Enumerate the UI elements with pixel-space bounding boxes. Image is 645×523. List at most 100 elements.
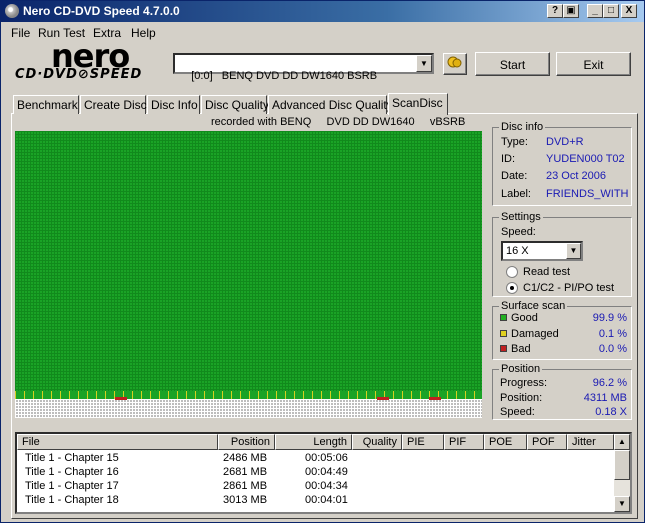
disc-date-value: 23 Oct 2006 — [546, 170, 606, 182]
table-row[interactable]: Title 1 - Chapter 17 2861 MB 00:04:34 — [17, 480, 614, 494]
speed-select[interactable]: 16 X ▼ — [501, 241, 583, 261]
scan-mark — [429, 397, 441, 400]
good-label: Good — [511, 312, 538, 324]
drive-refresh-icon — [447, 56, 462, 68]
read-test-label[interactable]: Read test — [523, 266, 570, 278]
row-length: 00:04:01 — [305, 494, 348, 506]
position-value: 4311 MB — [583, 392, 627, 404]
file-list[interactable]: File Position Length Quality PIE PIF POE… — [15, 432, 632, 514]
row-position: 2861 MB — [223, 480, 268, 492]
minimize-button[interactable]: _ — [587, 4, 603, 18]
help-icon[interactable]: ? — [547, 4, 563, 18]
disc-label-value: FRIENDS_WITH — [546, 188, 629, 200]
col-pif[interactable]: PIF — [444, 434, 484, 450]
row-position: 2486 MB — [223, 452, 268, 464]
disc-date-label: Date: — [501, 170, 528, 182]
col-quality[interactable]: Quality — [352, 434, 402, 450]
scan-damaged-edge — [15, 391, 482, 399]
row-position: 2681 MB — [223, 466, 268, 478]
position-label: Position: — [500, 392, 543, 404]
col-position[interactable]: Position — [218, 434, 275, 450]
read-test-radio[interactable] — [506, 266, 518, 278]
disc-id-label: ID: — [501, 153, 516, 165]
damaged-swatch-icon — [500, 330, 507, 337]
table-row[interactable]: Title 1 - Chapter 18 3013 MB 00:04:01 — [17, 494, 614, 508]
tab-advanced-disc-quality[interactable]: Advanced Disc Quality — [268, 95, 393, 114]
row-file: Title 1 - Chapter 18 — [25, 494, 119, 506]
disc-label-label: Label: — [501, 188, 531, 200]
scan-unscanned-area — [15, 399, 482, 418]
tab-create-disc[interactable]: Create Disc — [80, 95, 147, 114]
position-legend: Position — [501, 363, 541, 375]
settings-legend: Settings — [501, 211, 541, 223]
bad-label: Bad — [511, 343, 531, 355]
speed-readout-label: Speed: — [500, 406, 535, 418]
c1c2-test-radio[interactable] — [506, 282, 518, 294]
good-swatch-icon — [500, 314, 507, 321]
logo-product: CD·DVD⊘SPEED — [15, 67, 143, 82]
bad-swatch-icon — [500, 345, 507, 352]
recorder-info: recorded with BENQ DVD DD DW1640 vBSRB — [211, 116, 466, 128]
tab-disc-quality[interactable]: Disc Quality — [201, 95, 269, 114]
col-poe[interactable]: POE — [484, 434, 527, 450]
save-icon[interactable]: ▣ — [563, 4, 579, 18]
col-length[interactable]: Length — [275, 434, 352, 450]
scan-mark — [115, 397, 127, 400]
scan-mark — [377, 397, 389, 400]
row-length: 00:05:06 — [305, 452, 348, 464]
drive-select-value: [0:0] BENQ DVD DD DW1640 BSRB — [191, 70, 378, 82]
window-title: Nero CD-DVD Speed 4.7.0.0 — [23, 4, 180, 18]
tab-benchmark[interactable]: Benchmark — [13, 95, 79, 114]
surface-scan-legend: Surface scan — [501, 300, 566, 312]
damaged-label: Damaged — [511, 328, 559, 340]
menu-help[interactable]: Help — [131, 26, 156, 40]
row-file: Title 1 - Chapter 16 — [25, 466, 119, 478]
disc-type-label: Type: — [501, 136, 528, 148]
good-value: 99.9 % — [592, 312, 627, 324]
disc-id-value: YUDEN000 T02 — [546, 153, 625, 165]
start-button[interactable]: Start — [475, 52, 550, 76]
bad-value: 0.0 % — [598, 343, 627, 355]
row-length: 00:04:34 — [305, 480, 348, 492]
cd-app-icon — [5, 4, 19, 18]
nero-logo: nero CD·DVD⊘SPEED — [15, 37, 161, 85]
row-file: Title 1 - Chapter 17 — [25, 480, 119, 492]
disc-type-value: DVD+R — [546, 136, 584, 148]
scan-grid — [15, 131, 482, 418]
chevron-down-icon[interactable]: ▼ — [566, 243, 581, 259]
progress-label: Progress: — [500, 377, 548, 389]
speed-label: Speed: — [501, 226, 536, 238]
row-length: 00:04:49 — [305, 466, 348, 478]
file-list-header: File Position Length Quality PIE PIF POE… — [17, 434, 614, 450]
title-bar[interactable]: Nero CD-DVD Speed 4.7.0.0 ? ▣ _ □ X — [1, 1, 644, 22]
scroll-down-icon[interactable]: ▼ — [614, 496, 630, 512]
table-row[interactable]: Title 1 - Chapter 15 2486 MB 00:05:06 — [17, 452, 614, 466]
scroll-thumb[interactable] — [614, 450, 630, 480]
progress-value: 96.2 % — [592, 377, 627, 389]
col-pie[interactable]: PIE — [402, 434, 444, 450]
speed-select-value: 16 X — [506, 245, 529, 257]
row-file: Title 1 - Chapter 15 — [25, 452, 119, 464]
drive-select[interactable]: [0:0] BENQ DVD DD DW1640 BSRB ▼ — [173, 53, 434, 82]
row-position: 3013 MB — [223, 494, 268, 506]
table-row[interactable]: Title 1 - Chapter 16 2681 MB 00:04:49 — [17, 466, 614, 480]
exit-button[interactable]: Exit — [556, 52, 631, 76]
damaged-value: 0.1 % — [598, 328, 627, 340]
chevron-down-icon[interactable]: ▼ — [416, 55, 432, 72]
maximize-button[interactable]: □ — [603, 4, 619, 18]
file-list-scrollbar[interactable]: ▲ ▼ — [614, 434, 630, 512]
tab-disc-info[interactable]: Disc Info — [147, 95, 200, 114]
scan-good-area — [15, 131, 482, 391]
col-file[interactable]: File — [17, 434, 218, 450]
c1c2-test-label[interactable]: C1/C2 - PI/PO test — [523, 282, 614, 294]
close-button[interactable]: X — [621, 4, 637, 18]
tab-scandisc[interactable]: ScanDisc — [388, 93, 448, 115]
disc-info-legend: Disc info — [501, 121, 544, 133]
drive-info-button[interactable] — [443, 53, 467, 75]
scroll-up-icon[interactable]: ▲ — [614, 434, 630, 450]
speed-readout-value: 0.18 X — [595, 406, 627, 418]
col-pof[interactable]: POF — [527, 434, 567, 450]
menu-file[interactable]: File — [11, 26, 30, 40]
col-jitter[interactable]: Jitter — [567, 434, 614, 450]
app-window: Nero CD-DVD Speed 4.7.0.0 ? ▣ _ □ X File… — [0, 0, 645, 523]
